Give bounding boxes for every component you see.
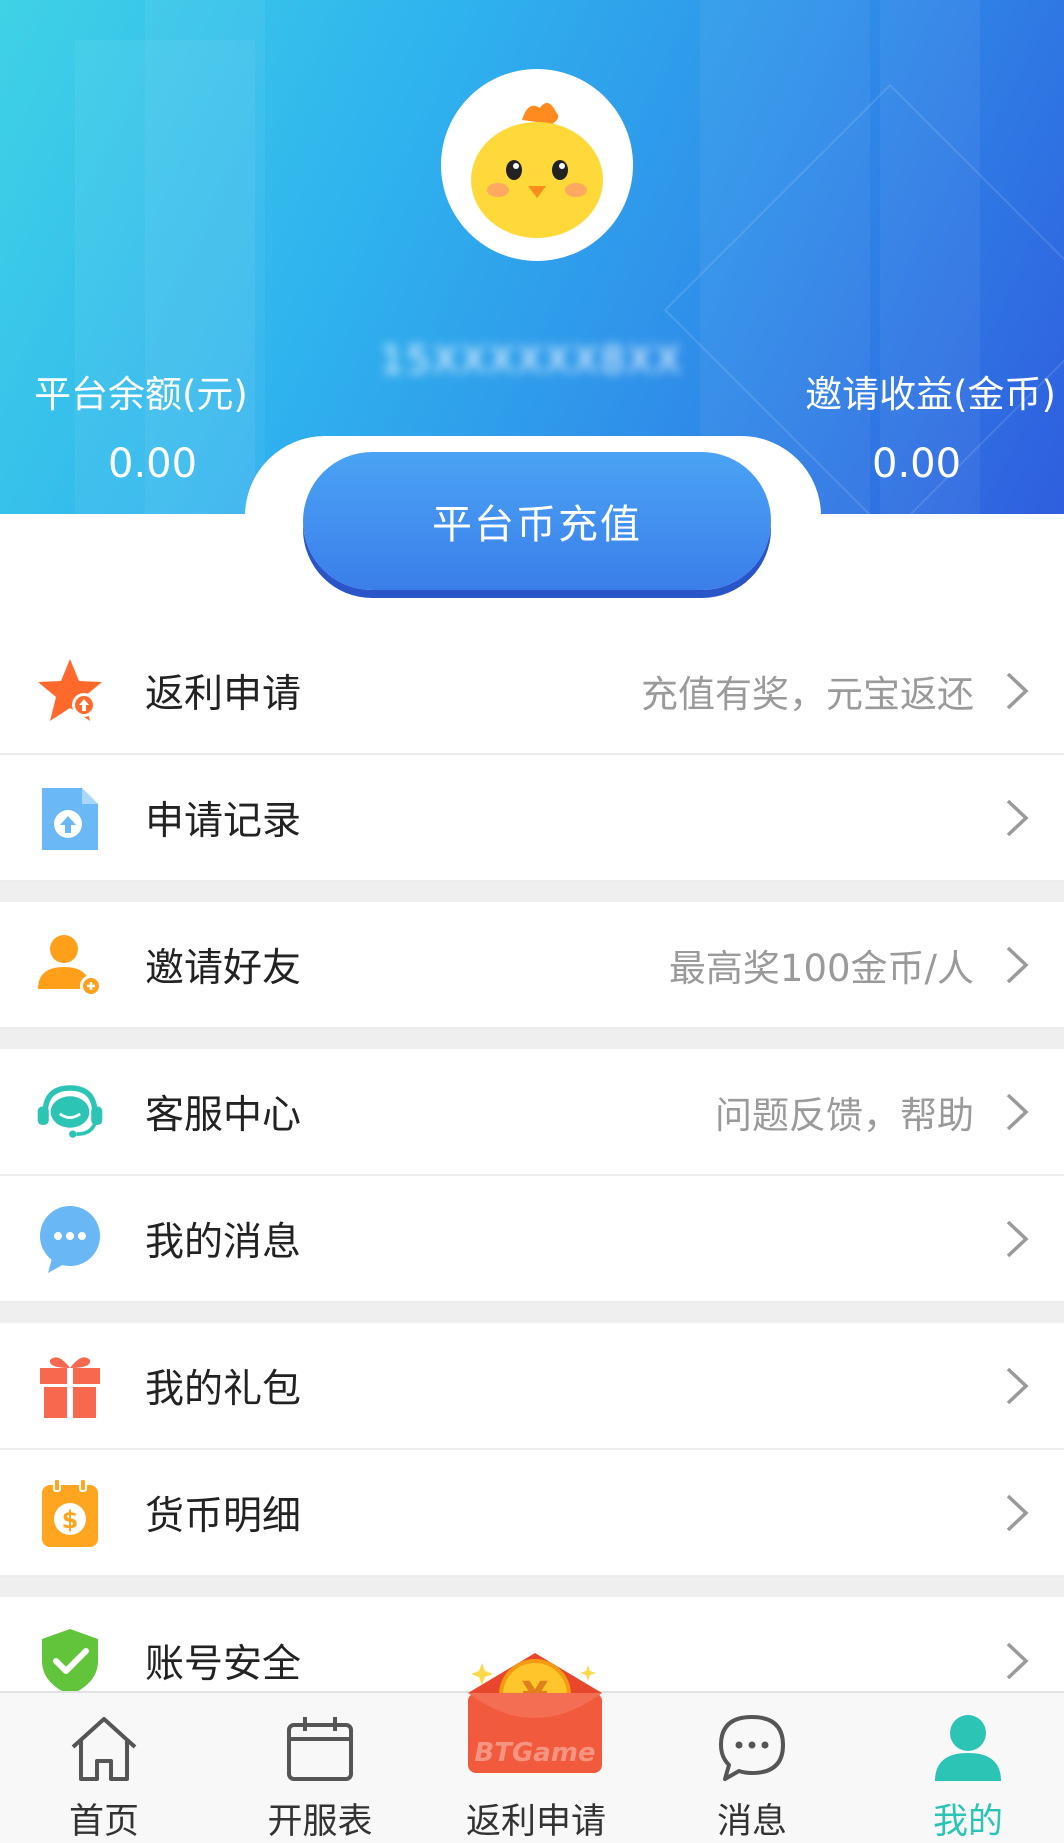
chevron-right-icon [1006, 946, 1029, 983]
menu-item-my-gifts[interactable]: 我的礼包 [0, 1323, 1064, 1450]
menu-item-label: 我的礼包 [145, 1366, 302, 1412]
headset-icon [34, 1076, 106, 1148]
calendar-icon [287, 1717, 353, 1781]
section-divider [0, 1029, 1064, 1049]
tab-messages[interactable]: 消息 [677, 1693, 827, 1843]
avatar[interactable] [441, 69, 633, 261]
chevron-right-icon [1006, 672, 1029, 709]
menu-item-label: 客服中心 [145, 1092, 302, 1138]
phone-number: 15XXXXXX8XX [380, 338, 683, 382]
menu-item-label: 返利申请 [145, 671, 302, 717]
section-divider [0, 1303, 1064, 1323]
balance-value[interactable]: 0.00 [108, 441, 197, 487]
tab-mine[interactable]: 我的 [893, 1693, 1043, 1843]
tab-home[interactable]: 首页 [29, 1693, 179, 1843]
chevron-right-icon [1006, 1494, 1029, 1531]
menu-item-hint: 最高奖100金币/人 [668, 946, 974, 990]
menu-item-label: 邀请好友 [145, 945, 302, 991]
menu-list: 返利申请 充值有奖，元宝返还 申请记录 邀请好友 最高奖100金币/人 客服中心… [0, 628, 1064, 1724]
home-icon [71, 1717, 137, 1781]
star-upload-icon [34, 655, 106, 727]
menu-item-hint: 充值有奖，元宝返还 [641, 672, 974, 716]
chat-icon [719, 1715, 785, 1781]
balance-label: 平台余额(元) [34, 373, 248, 416]
red-envelope-icon[interactable]: ¥ BTGame [460, 1643, 610, 1793]
gift-icon [34, 1350, 106, 1422]
svg-text:BTGame: BTGame [474, 1738, 595, 1768]
tab-label: 消息 [716, 1802, 787, 1842]
chevron-right-icon [1006, 1220, 1029, 1257]
section-divider [0, 882, 1064, 902]
chevron-right-icon [1006, 1367, 1029, 1404]
tab-label: 开服表 [267, 1802, 373, 1842]
person-icon [935, 1715, 1001, 1781]
invite-earnings-label: 邀请收益(金币) [805, 373, 1056, 416]
add-user-icon [34, 929, 106, 1001]
shield-check-icon [34, 1625, 106, 1697]
invite-earnings-value[interactable]: 0.00 [872, 441, 961, 487]
svg-text:$: $ [62, 1506, 79, 1534]
menu-item-rebate-apply[interactable]: 返利申请 充值有奖，元宝返还 [0, 628, 1064, 755]
menu-item-label: 我的消息 [145, 1219, 302, 1265]
menu-item-label: 货币明细 [145, 1493, 302, 1539]
section-divider [0, 1577, 1064, 1597]
menu-item-currency-details[interactable]: $ 货币明细 [0, 1450, 1064, 1577]
document-upload-icon [34, 782, 106, 854]
profile-header: 15XXXXXX8XX 平台余额(元) 0.00 邀请收益(金币) 0.00 [0, 0, 1064, 514]
recharge-button[interactable]: 平台币充值 [303, 452, 771, 590]
tab-label: 我的 [932, 1802, 1003, 1842]
tab-server-schedule[interactable]: 开服表 [245, 1693, 395, 1843]
menu-item-apply-records[interactable]: 申请记录 [0, 755, 1064, 882]
chevron-right-icon [1006, 799, 1029, 836]
menu-item-customer-service[interactable]: 客服中心 问题反馈，帮助 [0, 1049, 1064, 1176]
header-decoration [145, 0, 265, 514]
menu-item-invite-friends[interactable]: 邀请好友 最高奖100金币/人 [0, 902, 1064, 1029]
menu-item-label: 申请记录 [145, 798, 302, 844]
tab-label: 首页 [68, 1802, 139, 1842]
tab-label: 返利申请 [465, 1802, 606, 1842]
chevron-right-icon [1006, 1642, 1029, 1679]
menu-item-label: 账号安全 [145, 1641, 302, 1687]
money-ledger-icon: $ [34, 1477, 106, 1549]
menu-item-my-messages[interactable]: 我的消息 [0, 1176, 1064, 1303]
message-bubble-icon [34, 1203, 106, 1275]
menu-item-hint: 问题反馈，帮助 [715, 1093, 974, 1137]
chick-avatar-icon [471, 102, 603, 238]
chevron-right-icon [1006, 1093, 1029, 1130]
